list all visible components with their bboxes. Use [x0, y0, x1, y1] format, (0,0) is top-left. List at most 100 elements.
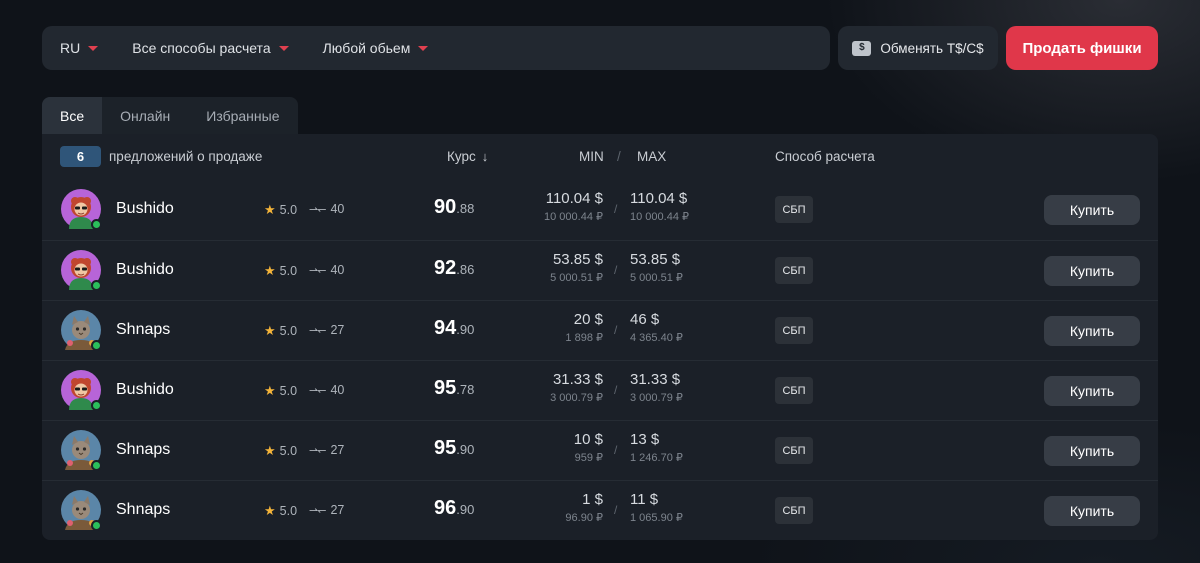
- buy-button[interactable]: Купить: [1044, 376, 1140, 406]
- max-amount: 11 $ 1 065.90 ₽: [630, 491, 683, 524]
- rate-value: 94.90: [434, 317, 474, 340]
- offer-tabs: Все Онлайн Избранные: [42, 97, 298, 134]
- table-row: Shnaps ★ 5.0 ⇀↽ 27 94.90 20 $ 1 898 ₽ / …: [42, 300, 1158, 360]
- tab-all[interactable]: Все: [42, 97, 103, 134]
- online-status-dot: [91, 520, 102, 531]
- max-amount: 31.33 $ 3 000.79 ₽: [630, 371, 683, 404]
- min-amount-rub: 96.90 ₽: [565, 512, 603, 524]
- buy-button[interactable]: Купить: [1044, 316, 1140, 346]
- max-amount-usd: 11 $: [630, 491, 659, 508]
- max-amount-rub: 1 246.70 ₽: [630, 452, 683, 464]
- rate-integer: 95: [434, 377, 457, 399]
- payment-method-badge: СБП: [775, 437, 813, 464]
- rate-decimal: .78: [456, 382, 475, 397]
- avatar[interactable]: [61, 189, 102, 230]
- rating-value: 5.0: [279, 504, 298, 518]
- arrow-down-icon: ↓: [481, 149, 489, 164]
- exchange-button-label: Обменять T$/C$: [880, 40, 984, 56]
- deals-count: ⇀↽ 40: [309, 383, 344, 397]
- min-amount-rub: 5 000.51 ₽: [550, 272, 603, 284]
- min-max-separator: /: [614, 503, 618, 517]
- header-separator: /: [617, 149, 621, 164]
- min-header: MIN: [579, 149, 604, 164]
- payment-method-badge: СБП: [775, 497, 813, 524]
- online-status-dot: [91, 460, 102, 471]
- deals-arrows-icon: ⇀↽: [309, 504, 326, 517]
- buy-button[interactable]: Купить: [1044, 496, 1140, 526]
- min-amount-usd: 20 $: [573, 311, 603, 328]
- deals-arrows-icon: ⇀↽: [309, 264, 326, 277]
- max-amount: 46 $ 4 365.40 ₽: [630, 311, 683, 344]
- rate-value: 95.90: [434, 437, 474, 460]
- min-amount-usd: 53.85 $: [552, 251, 603, 268]
- max-amount-rub: 4 365.40 ₽: [630, 332, 683, 344]
- rating-value: 5.0: [279, 264, 298, 278]
- table-row: Shnaps ★ 5.0 ⇀↽ 27 95.90 10 $ 959 ₽ / 13…: [42, 420, 1158, 480]
- offers-panel: 6 предложений о продаже Курс ↓ MIN / MAX…: [42, 134, 1158, 540]
- avatar[interactable]: [61, 490, 102, 531]
- min-max-separator: /: [614, 443, 618, 457]
- username[interactable]: Bushido: [116, 381, 174, 399]
- rating-value: 5.0: [279, 203, 298, 217]
- user-rating: ★ 5.0: [264, 323, 297, 339]
- min-amount: 53.85 $ 5 000.51 ₽: [550, 251, 603, 284]
- min-amount: 20 $ 1 898 ₽: [565, 311, 603, 344]
- chevron-down-icon: [418, 45, 429, 51]
- user-rating: ★ 5.0: [264, 383, 297, 399]
- table-row: Bushido ★ 5.0 ⇀↽ 40 95.78 31.33 $ 3 000.…: [42, 360, 1158, 420]
- avatar[interactable]: [61, 430, 102, 471]
- online-status-dot: [91, 280, 102, 291]
- deals-arrows-icon: ⇀↽: [309, 324, 326, 337]
- deals-value: 40: [330, 202, 345, 216]
- avatar[interactable]: [61, 370, 102, 411]
- min-amount-usd: 110.04 $: [545, 190, 603, 207]
- sell-chips-button[interactable]: Продать фишки: [1006, 26, 1158, 70]
- filter-bar: RU Все способы расчета Любой обьем: [42, 26, 830, 70]
- max-amount-usd: 110.04 $: [630, 190, 688, 207]
- table-row: Bushido ★ 5.0 ⇀↽ 40 92.86 53.85 $ 5 000.…: [42, 240, 1158, 300]
- username[interactable]: Shnaps: [116, 441, 170, 459]
- rate-header-label: Курс: [447, 149, 476, 164]
- max-amount: 110.04 $ 10 000.44 ₽: [630, 190, 689, 223]
- avatar[interactable]: [61, 310, 102, 351]
- online-status-dot: [91, 219, 102, 230]
- tab-favorites[interactable]: Избранные: [188, 97, 297, 134]
- username[interactable]: Shnaps: [116, 501, 170, 519]
- tab-online[interactable]: Онлайн: [102, 97, 188, 134]
- payment-method-dropdown[interactable]: Все способы расчета: [132, 40, 289, 56]
- min-amount-rub: 1 898 ₽: [565, 332, 603, 344]
- rate-decimal: .90: [456, 322, 475, 337]
- min-amount: 10 $ 959 ₽: [574, 431, 603, 464]
- rate-column-sort[interactable]: Курс ↓: [447, 149, 488, 164]
- volume-value: Любой обьем: [322, 40, 411, 56]
- max-amount-rub: 1 065.90 ₽: [630, 512, 683, 524]
- buy-button[interactable]: Купить: [1044, 195, 1140, 225]
- online-status-dot: [91, 340, 102, 351]
- chevron-down-icon: [88, 45, 99, 51]
- avatar[interactable]: [61, 250, 102, 291]
- star-icon: ★: [264, 202, 276, 217]
- buy-button[interactable]: Купить: [1044, 436, 1140, 466]
- max-amount: 13 $ 1 246.70 ₽: [630, 431, 683, 464]
- deals-value: 27: [330, 323, 345, 337]
- rate-decimal: .90: [456, 502, 475, 517]
- rate-integer: 95: [434, 437, 457, 459]
- user-rating: ★ 5.0: [264, 202, 297, 218]
- exchange-button[interactable]: $ Обменять T$/C$: [838, 26, 998, 70]
- rating-value: 5.0: [279, 384, 298, 398]
- min-amount-rub: 10 000.44 ₽: [544, 211, 603, 223]
- min-amount-usd: 10 $: [573, 431, 603, 448]
- region-dropdown[interactable]: RU: [60, 40, 99, 56]
- volume-dropdown[interactable]: Любой обьем: [323, 40, 429, 56]
- offers-table-header: 6 предложений о продаже Курс ↓ MIN / MAX…: [42, 134, 1158, 180]
- star-icon: ★: [264, 383, 276, 398]
- username[interactable]: Bushido: [116, 200, 174, 218]
- payment-method-value: Все способы расчета: [132, 40, 271, 56]
- deals-count: ⇀↽ 40: [309, 202, 344, 216]
- username[interactable]: Bushido: [116, 261, 174, 279]
- deals-count: ⇀↽ 27: [309, 503, 344, 517]
- offers-list: Bushido ★ 5.0 ⇀↽ 40 90.88 110.04 $ 10 00…: [42, 180, 1158, 540]
- buy-button[interactable]: Купить: [1044, 256, 1140, 286]
- username[interactable]: Shnaps: [116, 321, 170, 339]
- deals-count: ⇀↽ 27: [309, 323, 344, 337]
